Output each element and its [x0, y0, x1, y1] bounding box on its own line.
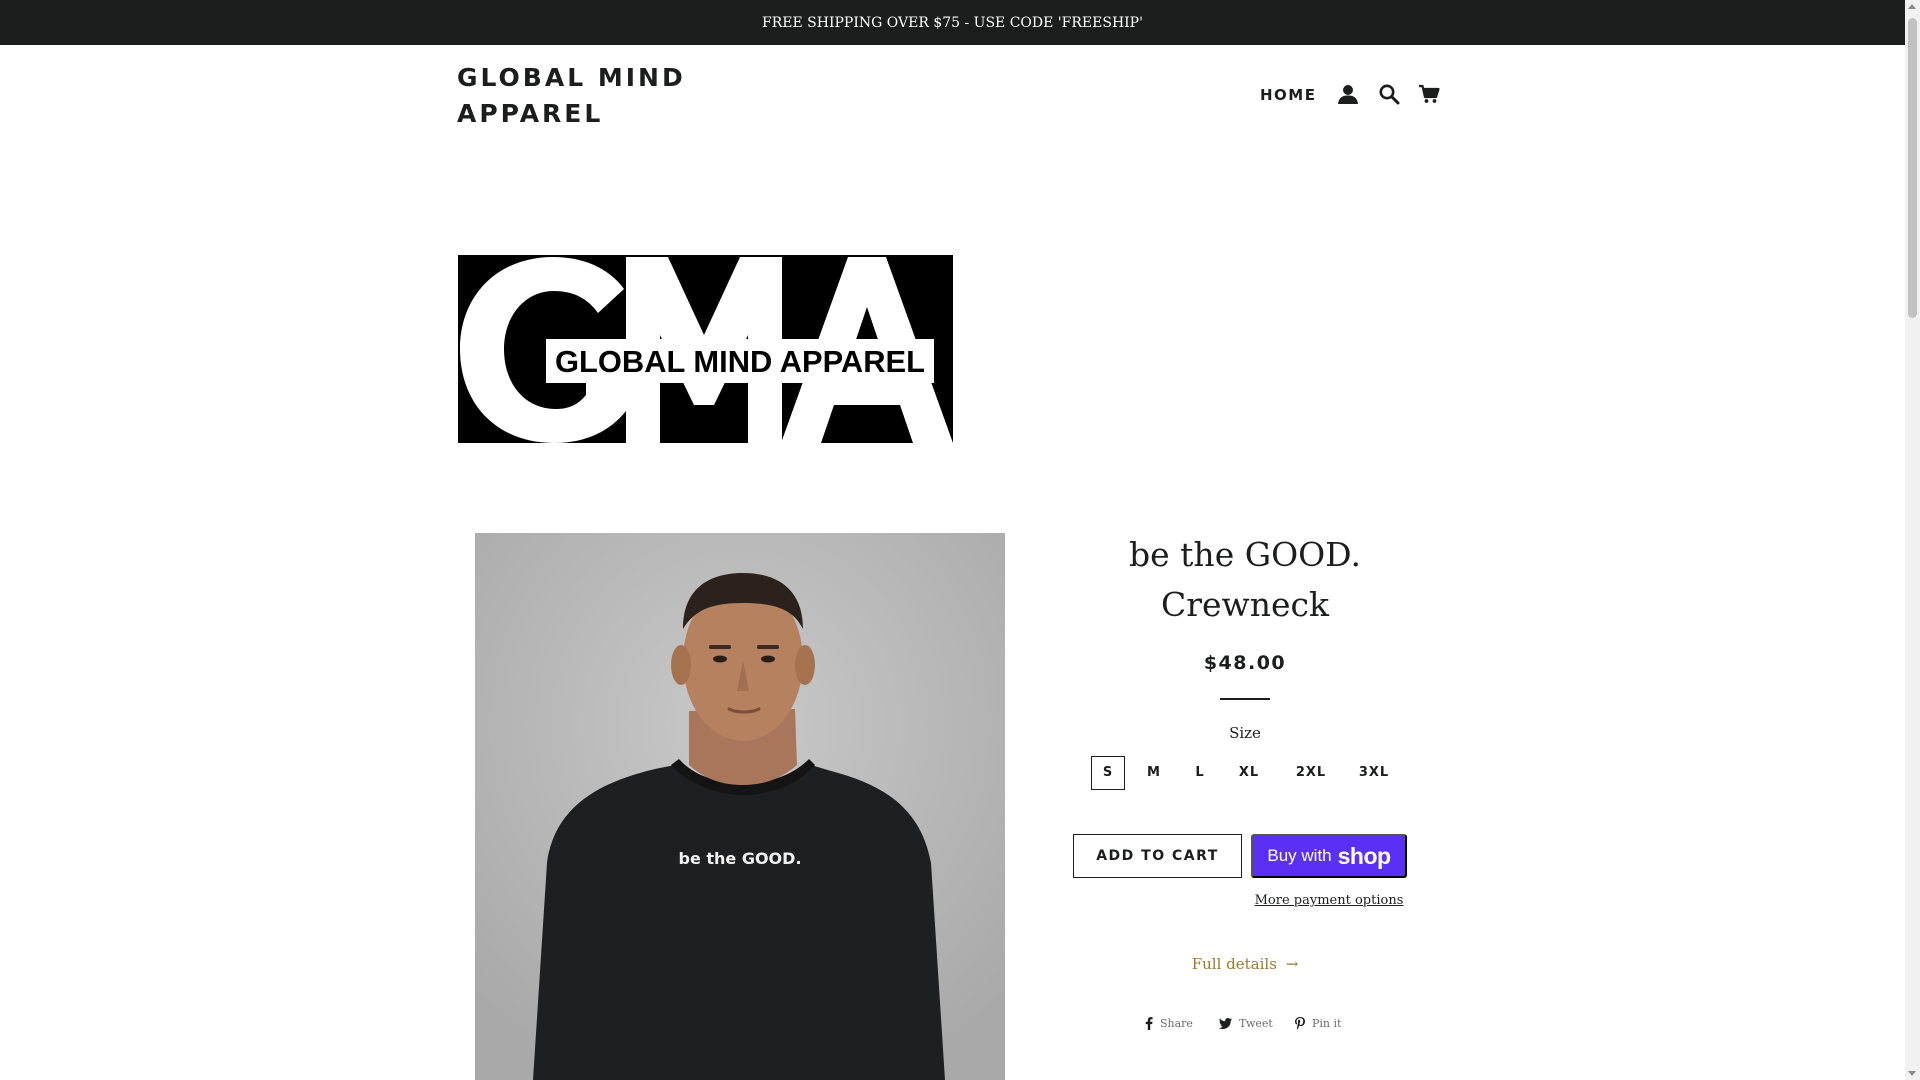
product-price: $48.00: [1203, 652, 1287, 674]
more-payment-options-link[interactable]: More payment options: [1251, 893, 1407, 908]
account-icon[interactable]: [1337, 83, 1361, 107]
size-label: Size: [1229, 724, 1261, 742]
product-title-line-2: Crewneck: [1160, 585, 1330, 624]
search-icon[interactable]: [1378, 83, 1402, 107]
model-photo: be the GOOD.: [475, 533, 1005, 1080]
product-title-line-1: be the GOOD.: [1129, 535, 1361, 574]
size-option-xl[interactable]: XL: [1229, 756, 1269, 790]
full-details-label: Full details: [1191, 955, 1277, 973]
arrow-right-icon: →: [1285, 955, 1299, 973]
scroll-thumb[interactable]: [1908, 18, 1917, 318]
size-option-2xl[interactable]: 2XL: [1287, 756, 1335, 790]
twitter-icon: [1219, 1018, 1232, 1029]
share-facebook-link[interactable]: Share: [1145, 1017, 1193, 1030]
buy-with-shop-button[interactable]: Buy with shop: [1251, 834, 1407, 878]
full-details-link[interactable]: Full details →: [1060, 955, 1430, 973]
pinterest-icon: [1295, 1017, 1305, 1030]
gma-logo-graphic: GLOBAL MIND APPAREL: [458, 255, 953, 443]
size-option-m[interactable]: M: [1137, 756, 1171, 790]
announcement-text: FREE SHIPPING OVER $75 - USE CODE 'FREES…: [762, 14, 1143, 31]
size-option-l[interactable]: L: [1183, 756, 1217, 790]
add-to-cart-button[interactable]: ADD TO CART: [1073, 834, 1242, 878]
site-nav: HOME: [1260, 80, 1316, 110]
share-pinterest-link[interactable]: Pin it: [1295, 1017, 1341, 1030]
product-info: be the GOOD. Crewneck $48.00 Size: [1060, 530, 1430, 742]
site-brand-link[interactable]: GLOBAL MIND APPAREL: [457, 60, 737, 132]
shop-logo-text: shop: [1337, 842, 1391, 869]
product-title: be the GOOD. Crewneck: [1060, 530, 1430, 630]
product-image[interactable]: be the GOOD.: [475, 533, 1005, 1080]
share-twitter-link[interactable]: Tweet: [1219, 1017, 1273, 1030]
size-option-s[interactable]: S: [1091, 756, 1125, 790]
share-twitter-label: Tweet: [1239, 1017, 1273, 1030]
brand-line-2: APPAREL: [457, 99, 604, 128]
price-divider: [1220, 698, 1270, 700]
shirt-print-text: be the GOOD.: [678, 849, 801, 868]
page-scrollbar[interactable]: [1905, 0, 1920, 1080]
announcement-bar: FREE SHIPPING OVER $75 - USE CODE 'FREES…: [0, 0, 1905, 45]
scroll-up-arrow[interactable]: [1908, 4, 1916, 9]
scroll-down-arrow[interactable]: [1908, 1071, 1916, 1076]
cart-icon[interactable]: [1418, 83, 1442, 107]
brand-line-1: GLOBAL MIND: [457, 63, 686, 92]
nav-home-link[interactable]: HOME: [1260, 86, 1316, 104]
facebook-icon: [1145, 1017, 1153, 1030]
brand-logo-banner: GLOBAL MIND APPAREL: [458, 255, 953, 443]
share-facebook-label: Share: [1160, 1017, 1193, 1030]
share-pinterest-label: Pin it: [1312, 1017, 1342, 1030]
size-option-3xl[interactable]: 3XL: [1349, 756, 1399, 790]
buy-with-label: Buy with: [1267, 846, 1332, 865]
logo-wordmark: GLOBAL MIND APPAREL: [555, 344, 925, 379]
